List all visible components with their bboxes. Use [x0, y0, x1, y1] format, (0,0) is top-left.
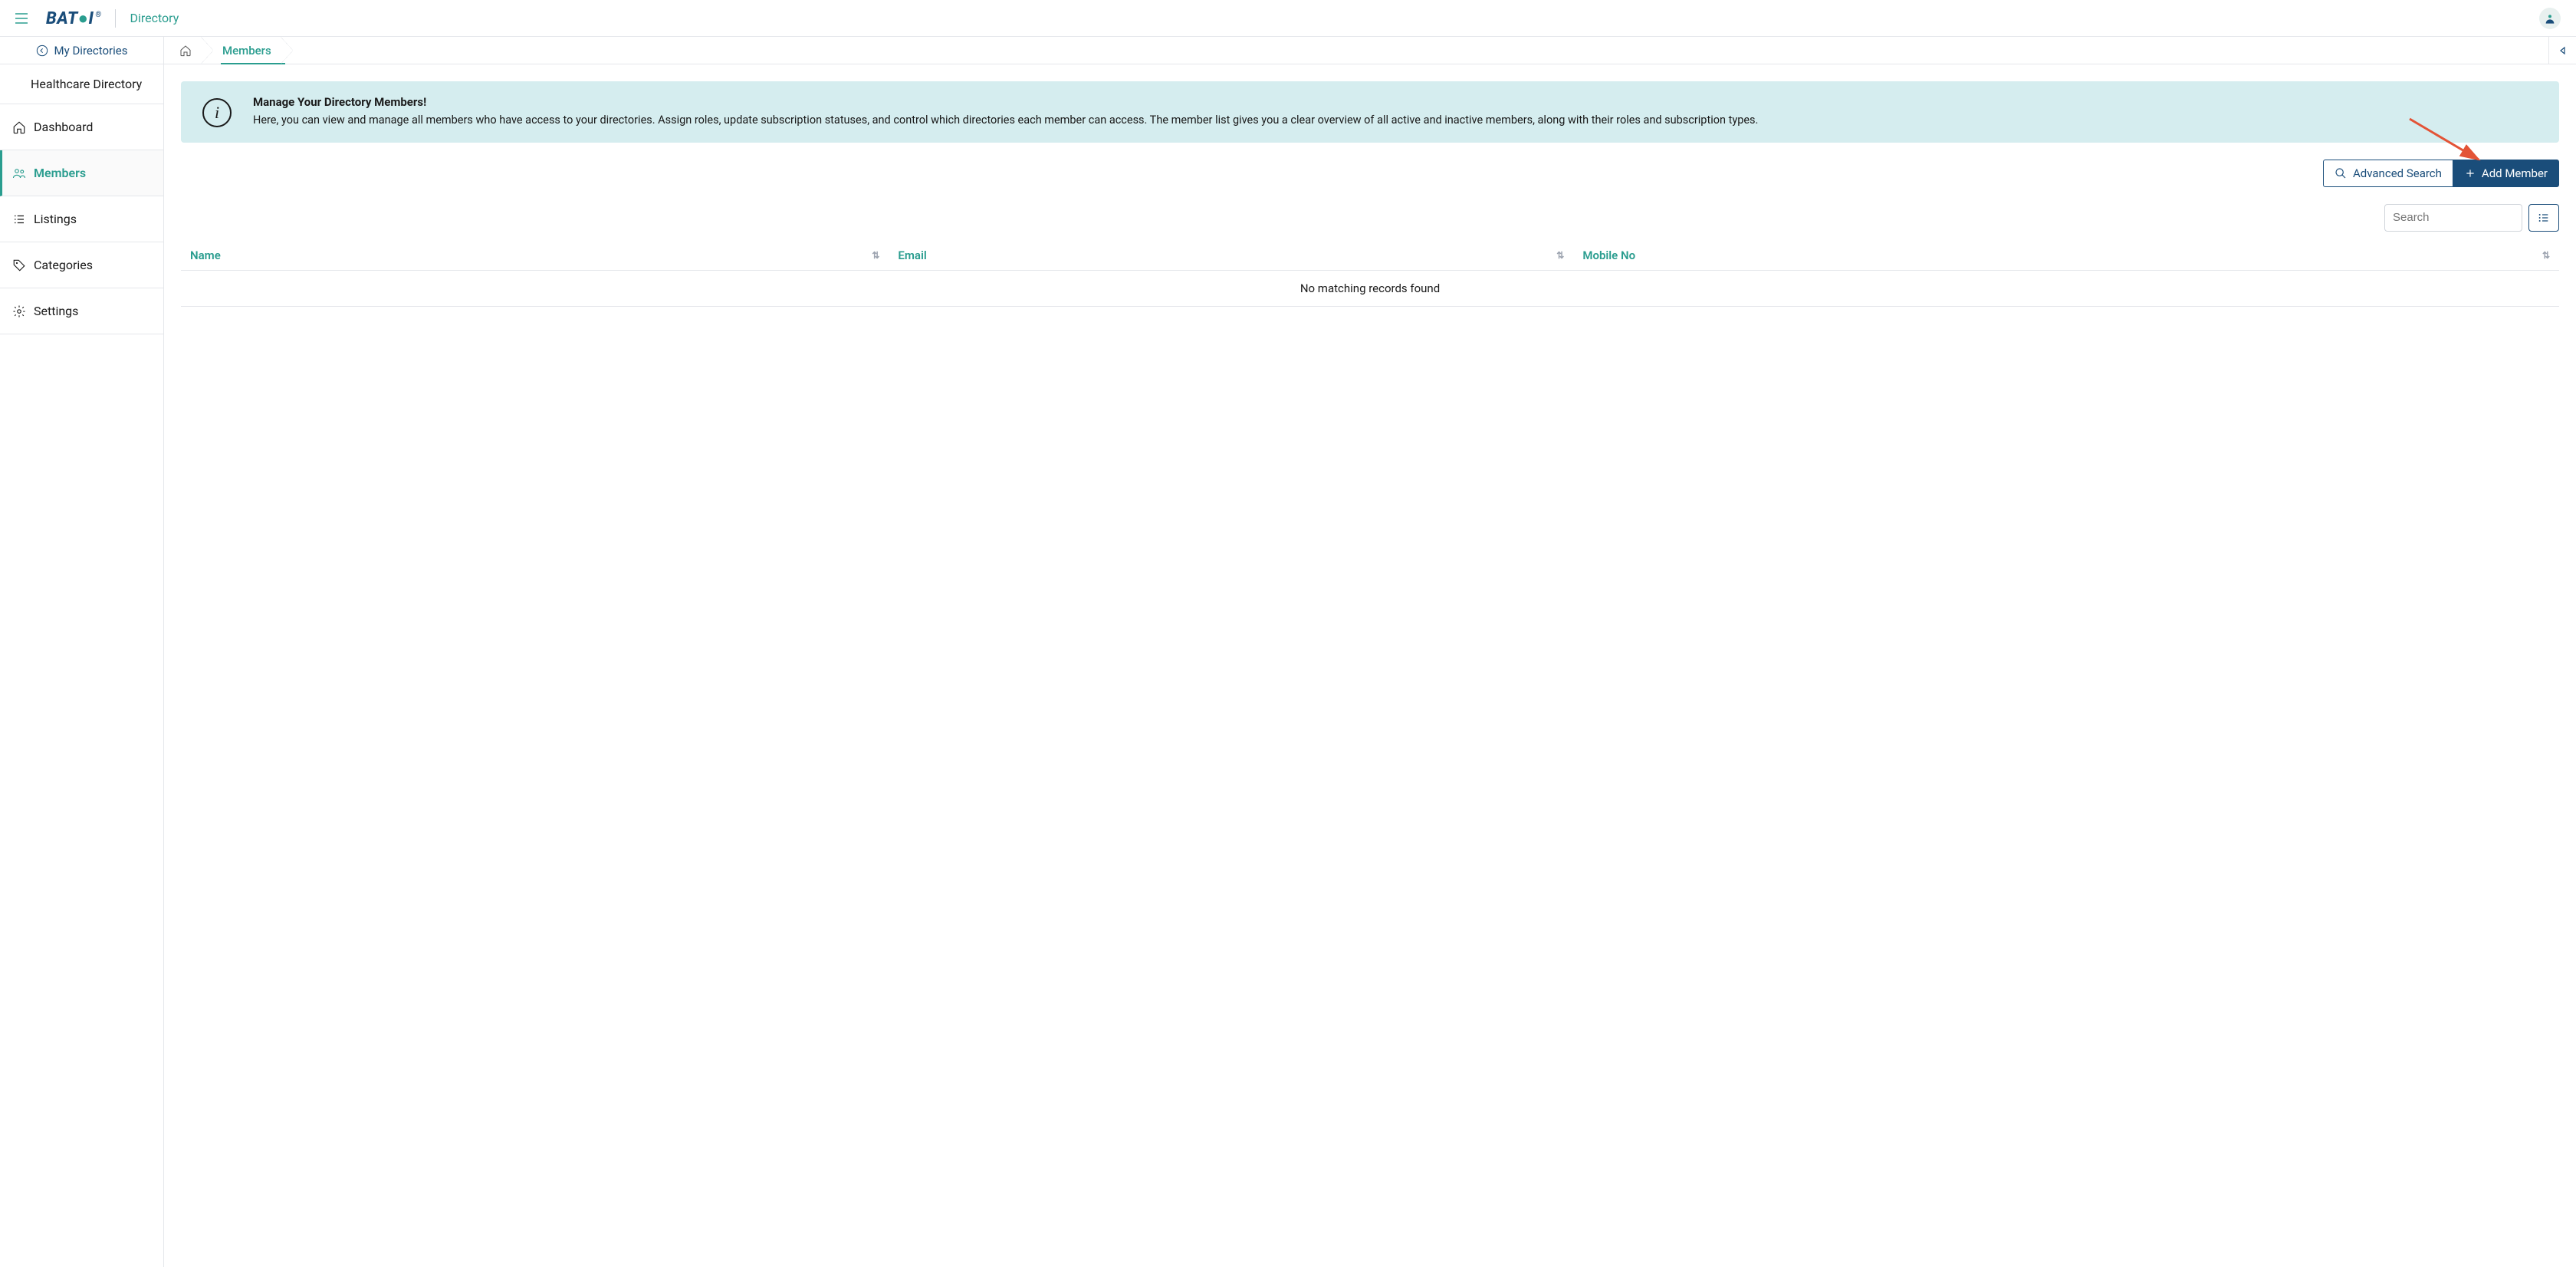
back-arrow-icon — [36, 44, 48, 57]
sidebar: My Directories Healthcare Directory Dash… — [0, 37, 164, 1267]
users-icon — [12, 166, 26, 180]
empty-message: No matching records found — [181, 270, 2559, 306]
button-label: Add Member — [2482, 166, 2548, 180]
info-icon: i — [202, 98, 232, 127]
sort-icon[interactable]: ⇅ — [2542, 250, 2550, 261]
info-body-text: Here, you can view and manage all member… — [253, 112, 1758, 129]
main-content: Members i Manage Your Directory Members!… — [164, 37, 2576, 1267]
table-empty-row: No matching records found — [181, 270, 2559, 306]
sidebar-item-members[interactable]: Members — [0, 150, 163, 196]
sidebar-item-label: Categories — [34, 258, 93, 272]
sidebar-item-dashboard[interactable]: Dashboard — [0, 104, 163, 150]
search-row — [181, 204, 2559, 232]
column-header-mobile[interactable]: Mobile No⇅ — [1573, 241, 2559, 271]
add-member-button[interactable]: Add Member — [2453, 160, 2559, 187]
action-row: Advanced Search Add Member — [181, 160, 2559, 187]
list-icon — [2538, 212, 2550, 224]
sidebar-item-categories[interactable]: Categories — [0, 242, 163, 288]
logo-registered: ® — [95, 11, 101, 19]
logo-text-1: BAT — [46, 9, 78, 28]
search-input[interactable] — [2384, 204, 2522, 232]
back-label: My Directories — [54, 44, 128, 58]
menu-toggle-icon[interactable] — [15, 13, 28, 24]
sidebar-item-listings[interactable]: Listings — [0, 196, 163, 242]
topbar: BAT●I® Directory — [0, 0, 2576, 37]
list-icon — [12, 212, 26, 226]
breadcrumb-label: Members — [222, 44, 271, 58]
info-title: Manage Your Directory Members! — [253, 95, 1758, 109]
search-icon — [2334, 167, 2347, 179]
app-title: Directory — [130, 11, 179, 25]
breadcrumb-home[interactable] — [164, 37, 207, 64]
members-table: Name⇅ Email⇅ Mobile No⇅ No matching reco… — [181, 241, 2559, 307]
divider — [115, 9, 116, 28]
tag-icon — [12, 258, 26, 272]
collapse-panel-button[interactable] — [2548, 37, 2576, 64]
sort-icon[interactable]: ⇅ — [1556, 250, 1564, 261]
logo-accent: ● — [78, 9, 89, 28]
sidebar-item-settings[interactable]: Settings — [0, 288, 163, 334]
sidebar-item-label: Members — [34, 166, 86, 180]
sort-icon[interactable]: ⇅ — [872, 250, 879, 261]
home-icon — [12, 120, 26, 134]
breadcrumb-current[interactable]: Members — [207, 37, 287, 64]
column-header-email[interactable]: Email⇅ — [889, 241, 1573, 271]
breadcrumb: Members — [164, 37, 2576, 64]
column-header-name[interactable]: Name⇅ — [181, 241, 889, 271]
back-to-directories[interactable]: My Directories — [0, 37, 163, 64]
sidebar-item-label: Settings — [34, 304, 78, 318]
list-view-button[interactable] — [2528, 204, 2559, 232]
current-directory-name: Healthcare Directory — [0, 64, 163, 104]
logo[interactable]: BAT●I® — [46, 8, 101, 28]
sidebar-item-label: Dashboard — [34, 120, 93, 134]
gear-icon — [12, 304, 26, 318]
user-avatar[interactable] — [2539, 8, 2561, 29]
plus-icon — [2465, 168, 2476, 179]
home-icon — [179, 44, 192, 57]
triangle-left-icon — [2558, 46, 2568, 55]
button-label: Advanced Search — [2353, 166, 2442, 180]
logo-text-2: I — [88, 9, 94, 28]
advanced-search-button[interactable]: Advanced Search — [2323, 160, 2453, 187]
info-banner: i Manage Your Directory Members! Here, y… — [181, 81, 2559, 143]
sidebar-item-label: Listings — [34, 212, 77, 226]
